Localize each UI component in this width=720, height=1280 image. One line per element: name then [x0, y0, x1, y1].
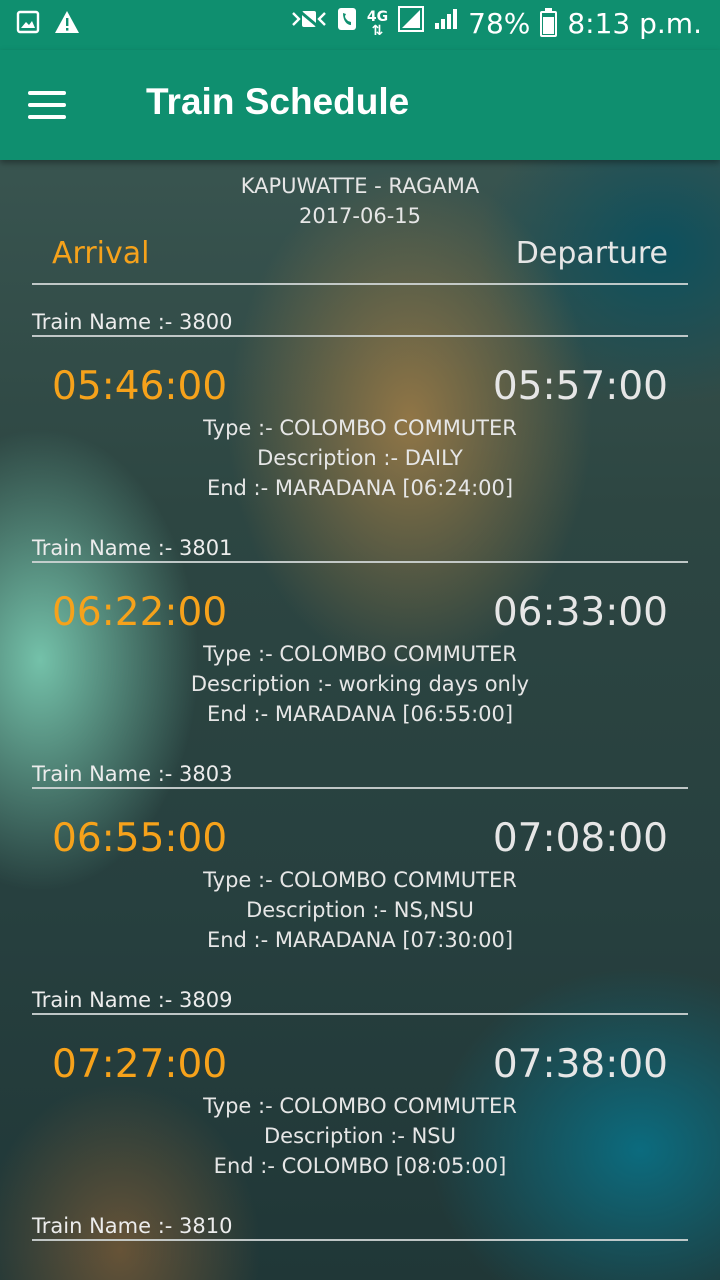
train-divider — [32, 1239, 688, 1241]
mute-icon — [291, 7, 327, 40]
train-name: Train Name :- 3810 — [32, 1214, 233, 1238]
date-label: 2017-06-15 — [298, 204, 422, 228]
battery-icon — [540, 7, 558, 37]
signal-icon — [398, 6, 425, 41]
alert-icon — [54, 10, 80, 43]
departure-time: 06:33:00 — [492, 590, 668, 635]
network-label: 4G — [366, 8, 389, 25]
page-title: Train Schedule — [146, 81, 410, 122]
network-4g-icon: 4G ⇅ — [366, 8, 389, 39]
train-description: Description :- working days only — [190, 672, 530, 696]
arrival-time: 06:55:00 — [52, 816, 228, 861]
departure-time: 07:38:00 — [492, 1042, 668, 1087]
train-description: Description :- NS,NSU — [246, 898, 474, 922]
arrival-header: Arrival — [52, 236, 150, 271]
train-type: Type :- COLOMBO COMMUTER — [203, 416, 517, 440]
gallery-icon — [16, 10, 40, 43]
train-end: End :- COLOMBO [08:05:00] — [213, 1154, 507, 1178]
train-type: Type :- COLOMBO COMMUTER — [203, 868, 517, 892]
departure-header: Departure — [515, 236, 668, 271]
train-name: Train Name :- 3800 — [32, 310, 233, 334]
battery-percent: 78% — [468, 7, 531, 40]
departure-time: 05:57:00 — [492, 364, 668, 409]
status-bar: 4G ⇅ 78% 8:13 p.m. — [0, 0, 720, 50]
arrival-time: 07:27:00 — [52, 1042, 228, 1087]
app-bar: Train Schedule — [0, 50, 720, 160]
train-end: End :- MARADANA [06:55:00] — [206, 702, 514, 726]
clock: 8:13 p.m. — [567, 7, 702, 40]
status-right: 4G ⇅ 78% 8:13 p.m. — [291, 6, 702, 41]
train-type: Type :- COLOMBO COMMUTER — [203, 1094, 517, 1118]
train-divider — [32, 787, 688, 789]
menu-icon[interactable] — [28, 91, 68, 119]
train-divider — [32, 1013, 688, 1015]
train-type: Type :- COLOMBO COMMUTER — [203, 642, 517, 666]
train-description: Description :- NSU — [263, 1124, 456, 1148]
signal-bars-icon — [434, 8, 458, 39]
route-label: KAPUWATTE - RAGAMA — [240, 174, 480, 198]
call-icon — [337, 7, 357, 40]
arrival-time: 05:46:00 — [52, 364, 228, 409]
train-name: Train Name :- 3803 — [32, 762, 233, 786]
arrival-time: 06:22:00 — [52, 590, 228, 635]
departure-time: 07:08:00 — [492, 816, 668, 861]
status-left — [16, 10, 80, 43]
header-divider — [32, 283, 688, 285]
train-name: Train Name :- 3809 — [32, 988, 233, 1012]
train-description: Description :- DAILY — [257, 446, 463, 470]
train-end: End :- MARADANA [07:30:00] — [206, 928, 514, 952]
train-end: End :- MARADANA [06:24:00] — [206, 476, 514, 500]
train-divider — [32, 335, 688, 337]
train-divider — [32, 561, 688, 563]
train-name: Train Name :- 3801 — [32, 536, 233, 560]
